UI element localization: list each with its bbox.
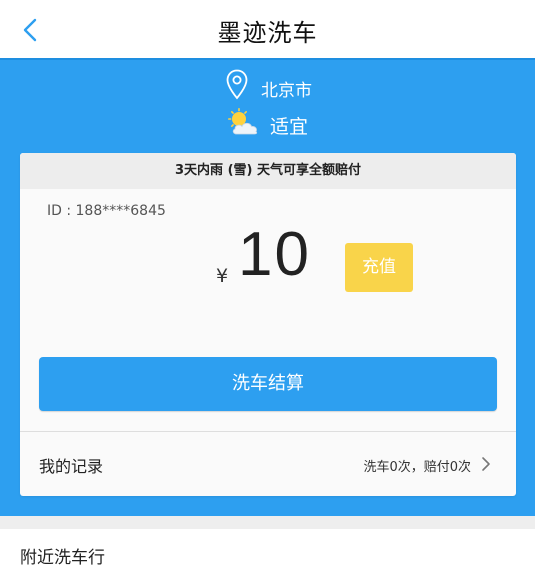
nearby-car-wash-row[interactable]: 附近洗车行 — [0, 529, 535, 583]
records-summary: 洗车0次，赔付0次 — [363, 460, 471, 475]
compensation-banner: 3天内雨 (雪) 天气可享全额赔付 — [20, 153, 516, 189]
location-row: 北京市 — [0, 69, 535, 105]
page-title: 墨迹洗车 — [217, 19, 318, 47]
my-records-row[interactable]: 我的记录 洗车0次，赔付0次 — [20, 432, 516, 496]
sun-cloud-icon — [227, 108, 258, 135]
city-name: 北京市 — [261, 81, 312, 101]
weather-status: 适宜 — [270, 116, 309, 138]
map-pin-icon — [226, 69, 248, 100]
records-label: 我的记录 — [39, 457, 104, 476]
balance-card: 3天内雨 (雪) 天气可享全额赔付 ID : 188****6845 ¥ 10 … — [20, 153, 516, 496]
recharge-button[interactable]: 充值 — [345, 243, 413, 292]
chevron-right-icon — [482, 457, 490, 471]
user-id: ID : 188****6845 — [47, 203, 166, 219]
navigation-bar: 墨迹洗车 — [0, 0, 535, 58]
nearby-label: 附近洗车行 — [20, 548, 105, 568]
checkout-button[interactable]: 洗车结算 — [39, 357, 497, 411]
section-separator — [0, 516, 535, 529]
weather-row: 适宜 — [0, 108, 535, 138]
balance-amount: 10 — [238, 220, 311, 289]
hero-divider — [0, 58, 535, 60]
app-screen: 墨迹洗车 北京市 适宜 3天内雨 (雪) 天气可享全额赔付 ID : 188**… — [0, 0, 535, 583]
currency-symbol: ¥ — [216, 265, 229, 287]
